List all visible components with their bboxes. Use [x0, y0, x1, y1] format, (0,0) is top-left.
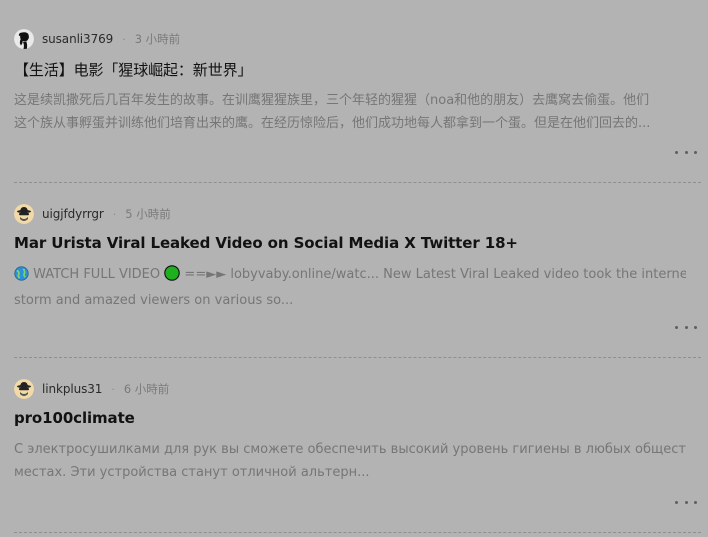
more-options-icon[interactable] — [675, 145, 697, 159]
post-divider — [14, 532, 701, 533]
post-title[interactable]: pro100climate — [14, 409, 135, 427]
more-dot — [694, 325, 697, 329]
watch-full-video-text: WATCH FULL VIDEO — [33, 267, 161, 282]
more-options-icon[interactable] — [675, 495, 697, 509]
arrow-text: ==►► — [184, 267, 227, 282]
post-time: 3 小時前 — [134, 32, 181, 46]
meta-separator: · — [112, 207, 117, 221]
author-name[interactable]: uigjfdyrrgr — [42, 207, 104, 221]
more-dot — [684, 150, 688, 154]
post-meta: susanli3769 · 3 小時前 — [14, 27, 180, 51]
excerpt-line: storm and amazed viewers on various so..… — [14, 292, 294, 308]
silhouette-avatar-icon[interactable] — [14, 29, 34, 49]
author-name[interactable]: susanli3769 — [42, 32, 113, 46]
post-card: uigjfdyrrgr · 5 小時前 Mar Urista Viral Lea… — [14, 202, 701, 342]
more-dot — [684, 325, 688, 329]
post-meta: uigjfdyrrgr · 5 小時前 — [14, 202, 171, 226]
post-title[interactable]: 【生活】电影「猩球崛起：新世界」 — [14, 59, 253, 80]
excerpt-line: 这是续凯撒死后几百年发生的故事。在训鹰猩猩族里，三个年轻的猩猩（noa和他的朋友… — [14, 93, 650, 108]
author-name[interactable]: linkplus31 — [42, 382, 102, 396]
excerpt-line: С электросушилками для рук вы сможете об… — [14, 442, 686, 457]
post-card: linkplus31 · 6 小時前 pro100climate С элект… — [14, 377, 701, 517]
post-excerpt[interactable]: С электросушилками для рук вы сможете об… — [14, 439, 686, 484]
post-divider — [14, 182, 701, 183]
post-excerpt[interactable]: WATCH FULL VIDEO ==►► lobyvaby.online/wa… — [14, 264, 686, 312]
more-dot — [684, 500, 688, 504]
spy-avatar-icon[interactable] — [14, 204, 34, 224]
meta-separator: · — [111, 382, 115, 396]
excerpt-line: местах. Эти устройства станут отличной а… — [14, 464, 370, 480]
green-circle-icon — [164, 265, 181, 290]
more-dot — [694, 150, 697, 154]
post-divider — [14, 357, 701, 358]
more-dot — [675, 325, 678, 329]
more-options-icon[interactable] — [675, 320, 697, 334]
excerpt-text: lobyvaby.online/watc... New Latest Viral… — [230, 267, 686, 282]
excerpt-line: 这个族从事孵蛋并训练他们培育出来的鹰。在经历惊险后，他们成功地每人都拿到一个蛋。… — [14, 115, 651, 131]
post-title[interactable]: Mar Urista Viral Leaked Video on Social … — [14, 234, 518, 252]
meta-separator: · — [122, 32, 126, 46]
post-card: susanli3769 · 3 小時前 【生活】电影「猩球崛起：新世界」 这是续… — [14, 27, 701, 167]
post-excerpt[interactable]: 这是续凯撒死后几百年发生的故事。在训鹰猩猩族里，三个年轻的猩猩（noa和他的朋友… — [14, 90, 686, 135]
spy-avatar-icon[interactable] — [14, 379, 34, 399]
more-dot — [694, 500, 697, 504]
more-dot — [675, 500, 678, 504]
post-meta: linkplus31 · 6 小時前 — [14, 377, 169, 401]
post-time: 5 小時前 — [125, 207, 171, 221]
more-dot — [675, 150, 678, 154]
excerpt-line: WATCH FULL VIDEO ==►► lobyvaby.online/wa… — [14, 264, 686, 290]
post-time: 6 小時前 — [123, 382, 170, 396]
globe-icon — [14, 266, 29, 290]
